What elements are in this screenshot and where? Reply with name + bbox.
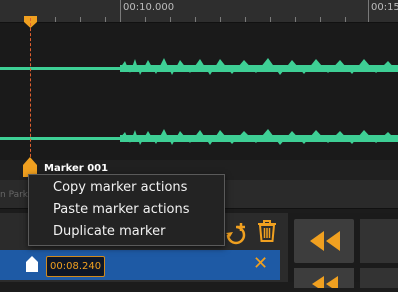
trash-icon[interactable] (256, 219, 278, 247)
close-icon[interactable]: ✕ (253, 254, 268, 274)
transport-button[interactable] (360, 219, 398, 263)
clip-name: n Park (0, 190, 29, 200)
rewind-button[interactable] (294, 219, 354, 263)
transport-button[interactable] (360, 268, 398, 288)
ruler-tick (295, 17, 296, 22)
marker-time-field[interactable]: 00:08.240 (46, 256, 106, 277)
marker-icon (26, 256, 38, 276)
timeline-ruler[interactable]: 00:10.000 00:15 (0, 0, 398, 23)
ruler-tick (105, 17, 106, 22)
waveform-track[interactable] (0, 23, 398, 160)
menu-item-duplicate-marker[interactable]: Duplicate marker (53, 224, 165, 239)
menu-item-copy-marker-actions[interactable]: Copy marker actions (53, 180, 187, 195)
waveform-channel-right (0, 129, 398, 145)
waveform-channel-left (0, 58, 398, 75)
menu-item-paste-marker-actions[interactable]: Paste marker actions (53, 202, 190, 217)
rewind-icon (310, 231, 340, 251)
rewind-start-icon (312, 276, 338, 292)
ruler-tick (320, 17, 321, 22)
ruler-tick (345, 17, 346, 22)
ruler-tick (170, 17, 171, 22)
ruler-tick (195, 17, 196, 22)
ruler-major-tick (120, 0, 121, 22)
waveform (0, 58, 398, 145)
ruler-major-tick (368, 0, 369, 22)
ruler-tick (245, 17, 246, 22)
ruler-label-15s: 00:15 (371, 2, 398, 13)
selected-marker-row[interactable] (0, 250, 280, 280)
ruler-tick (145, 17, 146, 22)
rewind-start-button[interactable] (294, 268, 354, 292)
marker-context-menu: Copy marker actions Paste marker actions… (28, 174, 225, 246)
add-marker-icon[interactable] (224, 219, 250, 249)
playhead-line (30, 18, 31, 172)
ruler-label-10s: 00:10.000 (123, 2, 175, 13)
ruler-tick (80, 17, 81, 22)
ruler-tick (220, 17, 221, 22)
marker-label: Marker 001 (44, 163, 109, 174)
ruler-tick (55, 17, 56, 22)
ruler-tick (270, 17, 271, 22)
